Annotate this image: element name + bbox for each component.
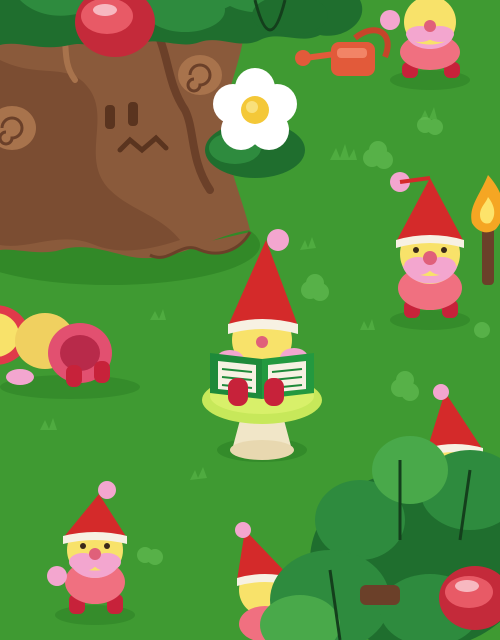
scene-canvas xyxy=(0,0,500,640)
book xyxy=(210,353,314,399)
trunk-eye-right xyxy=(128,102,138,126)
game-scene xyxy=(0,0,500,640)
trunk-eye-left xyxy=(105,105,115,129)
trunk-knot-top xyxy=(178,55,222,95)
